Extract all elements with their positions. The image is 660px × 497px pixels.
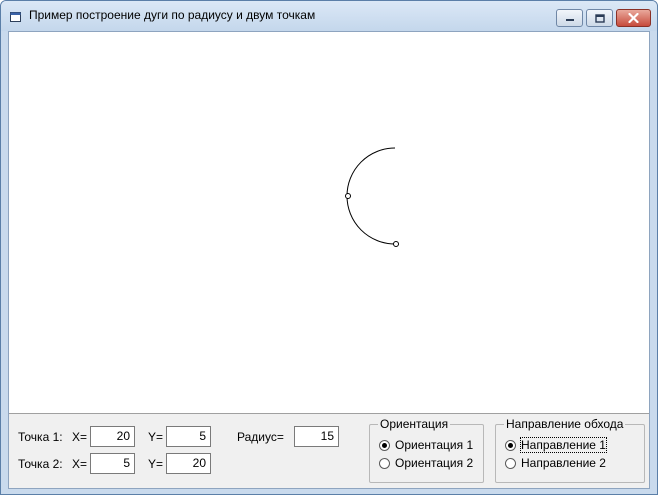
direction-group-title: Направление обхода <box>504 417 626 431</box>
orientation-option-2-label: Ориентация 2 <box>395 456 474 470</box>
radio-unselected-icon <box>505 457 516 469</box>
minimize-button[interactable] <box>556 9 583 27</box>
radio-unselected-icon <box>379 457 390 469</box>
radio-selected-icon <box>379 439 390 451</box>
minimize-icon <box>565 19 574 21</box>
radius-label: Радиус= <box>237 430 284 444</box>
close-button[interactable] <box>616 9 651 27</box>
close-icon <box>628 13 639 23</box>
orientation-group-title: Ориентация <box>378 417 451 431</box>
arc-midpoint-marker <box>345 193 351 199</box>
point2-y-input[interactable]: 20 <box>166 453 211 474</box>
point1-x-label: X= <box>72 430 88 444</box>
orientation-option-1[interactable]: Ориентация 1 <box>379 438 473 452</box>
point2-x-input[interactable]: 5 <box>90 453 135 474</box>
direction-option-1[interactable]: Направление 1 <box>505 437 607 453</box>
direction-option-2[interactable]: Направление 2 <box>505 456 606 470</box>
title-bar[interactable]: Пример построение дуги по радиусу и двум… <box>1 1 657 31</box>
maximize-icon <box>594 13 605 23</box>
point1-x-input[interactable]: 20 <box>90 426 135 447</box>
parameters-panel: Точка 1: X= 20 Y= 5 Точка 2: X= 5 Y= 20 … <box>9 413 649 488</box>
point1-y-input[interactable]: 5 <box>166 426 211 447</box>
point1-label: Точка 1: <box>18 430 63 444</box>
orientation-group: Ориентация Ориентация 1 Ориентация 2 <box>369 417 484 483</box>
point2-x-label: X= <box>72 457 88 471</box>
drawing-canvas <box>9 32 649 410</box>
arc <box>346 147 396 245</box>
orientation-option-2[interactable]: Ориентация 2 <box>379 456 473 470</box>
maximize-button[interactable] <box>586 9 613 27</box>
direction-group: Направление обхода Направление 1 Направл… <box>495 417 645 483</box>
radio-selected-icon <box>505 439 516 451</box>
radius-input[interactable]: 15 <box>294 426 339 447</box>
arc-endpoint-1 <box>393 241 399 247</box>
app-window: Пример построение дуги по радиусу и двум… <box>0 0 658 495</box>
point2-label: Точка 2: <box>18 457 63 471</box>
point1-y-label: Y= <box>148 430 164 444</box>
client-area: Точка 1: X= 20 Y= 5 Точка 2: X= 5 Y= 20 … <box>8 31 650 489</box>
orientation-option-1-label: Ориентация 1 <box>395 438 474 452</box>
window-title: Пример построение дуги по радиусу и двум… <box>29 8 316 22</box>
app-window-icon <box>10 12 21 22</box>
point2-y-label: Y= <box>148 457 164 471</box>
direction-option-2-label: Направление 2 <box>521 456 606 470</box>
direction-option-1-label: Направление 1 <box>520 437 607 453</box>
